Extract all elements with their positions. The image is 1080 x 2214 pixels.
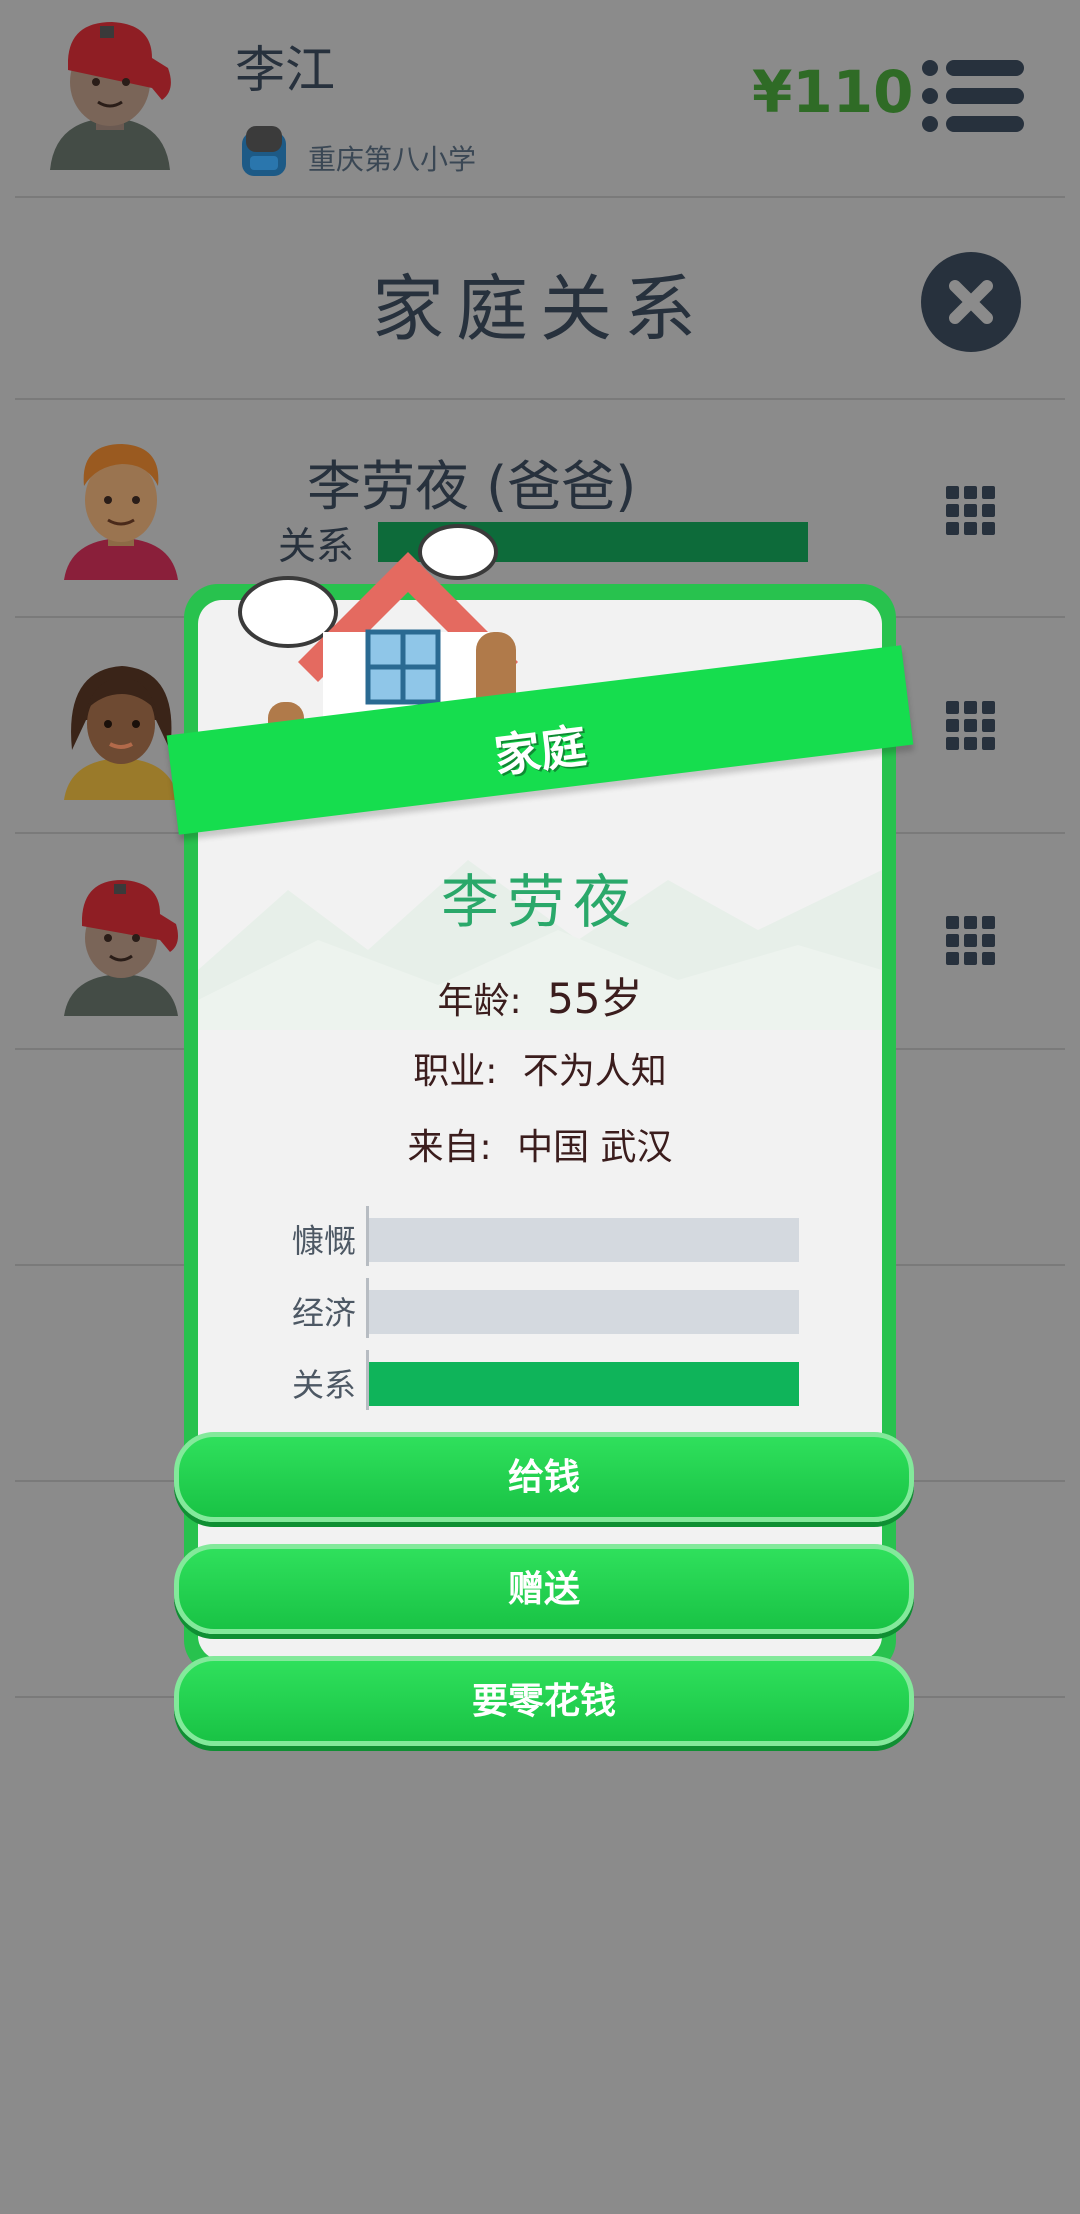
economy-bar	[369, 1290, 799, 1334]
origin-value: 中国 武汉	[517, 1127, 673, 1168]
ask-allowance-button[interactable]: 要零花钱	[174, 1656, 914, 1746]
page-title: 家庭关系	[371, 267, 708, 351]
school-backpack-icon	[242, 126, 286, 176]
age-line: 年龄: 55岁	[0, 965, 1080, 1026]
job-value: 不为人知	[522, 1051, 667, 1092]
give-gift-button[interactable]: 赠送	[174, 1544, 914, 1634]
generosity-label: 慷慨	[291, 1222, 356, 1260]
row-name: 李劳夜 (爸爸)	[307, 455, 637, 518]
age-value: 55岁	[547, 974, 643, 1023]
money-balance: ¥110	[752, 58, 914, 126]
give-money-button[interactable]: 给钱	[174, 1432, 914, 1522]
economy-label: 经济	[291, 1294, 356, 1332]
origin-label: 来自:	[407, 1127, 492, 1168]
relationship-bar-fill	[369, 1362, 799, 1406]
relationship-bar	[369, 1362, 799, 1406]
player-avatar	[50, 22, 171, 170]
father-avatar	[64, 444, 178, 580]
player-name: 李江	[235, 41, 335, 99]
school-name: 重庆第八小学	[308, 143, 477, 176]
title-divider	[15, 398, 1065, 400]
header-divider	[15, 196, 1065, 198]
generosity-bar	[369, 1218, 799, 1262]
grid-menu-icon[interactable]	[946, 486, 996, 536]
relationship-label: 关系	[291, 1366, 356, 1404]
job-line: 职业: 不为人知	[0, 1042, 1080, 1094]
job-label: 职业:	[413, 1051, 498, 1092]
menu-icon[interactable]	[920, 58, 1026, 134]
age-label: 年龄:	[437, 981, 522, 1022]
close-icon	[949, 280, 993, 324]
member-name: 李劳夜	[440, 868, 639, 936]
close-button[interactable]	[921, 252, 1021, 352]
origin-line: 来自: 中国 武汉	[0, 1118, 1080, 1170]
